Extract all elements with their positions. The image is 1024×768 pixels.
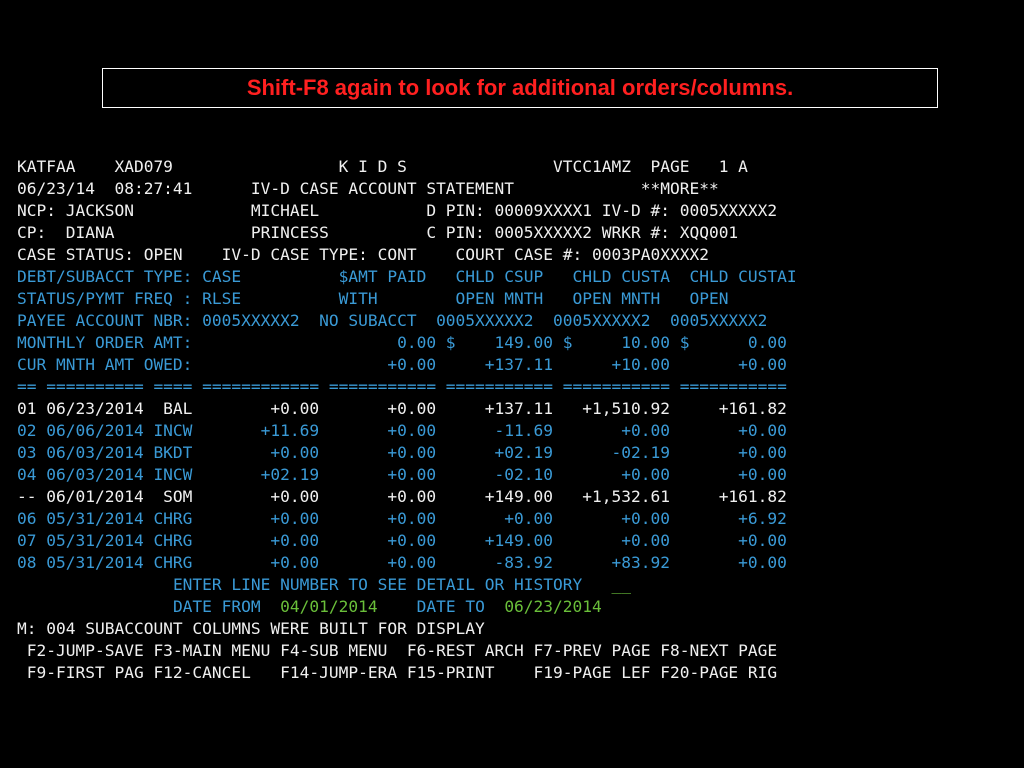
date-to-label: DATE TO [416,597,505,616]
case-status-line: CASE STATUS: OPEN IV-D CASE TYPE: CONT C… [17,245,709,264]
monthly-order-line: MONTHLY ORDER AMT: 0.00 $ 149.00 $ 10.00… [17,333,787,352]
callout-text: Shift-F8 again to look for additional or… [246,75,794,100]
table-row: 04 06/03/2014 INCW +02.19 +0.00 -02.10 +… [17,465,787,484]
table-row: 08 05/31/2014 CHRG +0.00 +0.00 -83.92 +8… [17,553,787,572]
date-from-label: DATE FROM [172,597,281,616]
separator-line: == ========== ==== ============ ========… [17,377,787,396]
date-from-input[interactable]: 04/01/2014 [280,597,377,616]
function-keys-row-2: F9-FIRST PAG F12-CANCEL F14-JUMP-ERA F15… [17,663,778,682]
line-number-input[interactable]: __ [612,575,632,594]
subacct-type-line: DEBT/SUBACCT TYPE: CASE $AMT PAID CHLD C… [17,267,797,286]
table-row: 01 06/23/2014 BAL +0.00 +0.00 +137.11 +1… [17,399,787,418]
date-to-input[interactable]: 06/23/2014 [504,597,601,616]
terminal-screen: KATFAA XAD079 K I D S VTCC1AMZ PAGE 1 A … [17,156,797,684]
status-message: M: 004 SUBACCOUNT COLUMNS WERE BUILT FOR… [17,619,485,638]
header-line: KATFAA XAD079 K I D S VTCC1AMZ PAGE 1 A [17,157,748,176]
table-row: 06 05/31/2014 CHRG +0.00 +0.00 +0.00 +0.… [17,509,787,528]
table-row: 07 05/31/2014 CHRG +0.00 +0.00 +149.00 +… [17,531,787,550]
prompt-label: ENTER LINE NUMBER TO SEE DETAIL OR HISTO… [172,575,612,594]
date-range-indent [17,597,173,616]
statement-title-line: 06/23/14 08:27:41 IV-D CASE ACCOUNT STAT… [17,179,719,198]
date-range-line: DATE FROM 04/01/2014 DATE TO 06/23/2014 [17,596,797,618]
cp-line: CP: DIANA PRINCESS C PIN: 0005XXXXX2 WRK… [17,223,739,242]
instruction-callout: Shift-F8 again to look for additional or… [102,68,938,108]
table-row: -- 06/01/2014 SOM +0.00 +0.00 +149.00 +1… [17,487,787,506]
date-range-gap [378,597,417,616]
table-row: 02 06/06/2014 INCW +11.69 +0.00 -11.69 +… [17,421,787,440]
cur-month-owed-line: CUR MNTH AMT OWED: +0.00 +137.11 +10.00 … [17,355,787,374]
ncp-line: NCP: JACKSON MICHAEL D PIN: 00009XXXX1 I… [17,201,778,220]
payee-account-line: PAYEE ACCOUNT NBR: 0005XXXXX2 NO SUBACCT… [17,311,768,330]
table-row: 03 06/03/2014 BKDT +0.00 +0.00 +02.19 -0… [17,443,787,462]
line-number-prompt: ENTER LINE NUMBER TO SEE DETAIL OR HISTO… [17,574,797,596]
status-freq-line: STATUS/PYMT FREQ : RLSE WITH OPEN MNTH O… [17,289,729,308]
prompt-indent [17,575,173,594]
function-keys-row-1: F2-JUMP-SAVE F3-MAIN MENU F4-SUB MENU F6… [17,641,778,660]
